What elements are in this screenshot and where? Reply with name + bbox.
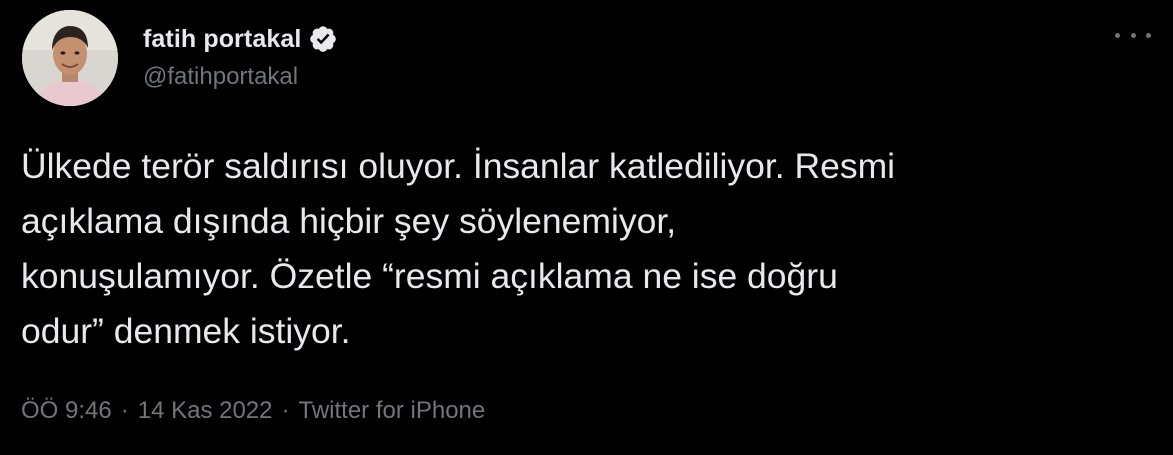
display-name[interactable]: fatih portakal (143, 25, 301, 54)
tweet-source[interactable]: Twitter for iPhone (299, 397, 486, 425)
tweet-meta: ÖÖ 9:46 · 14 Kas 2022 · Twitter for iPho… (21, 397, 485, 425)
tweet-card: fatih portakal @fatihportakal Ülkede ter… (0, 0, 1173, 455)
avatar[interactable] (22, 10, 118, 106)
tweet-date[interactable]: 14 Kas 2022 (138, 397, 273, 425)
author-name-row[interactable]: fatih portakal (143, 22, 338, 56)
dot (1146, 32, 1151, 38)
verified-badge-icon (308, 24, 338, 54)
author-handle[interactable]: @fatihportakal (143, 63, 298, 91)
dot (1130, 32, 1136, 38)
tweet-time[interactable]: ÖÖ 9:46 (21, 397, 112, 425)
meta-separator: · (120, 397, 129, 424)
meta-separator: · (281, 397, 290, 424)
tweet-text: Ülkede terör saldırısı oluyor. İnsanlar … (21, 146, 896, 351)
avatar-photo-icon (22, 10, 118, 106)
dot (1115, 32, 1120, 38)
more-options-icon[interactable] (1115, 22, 1151, 48)
